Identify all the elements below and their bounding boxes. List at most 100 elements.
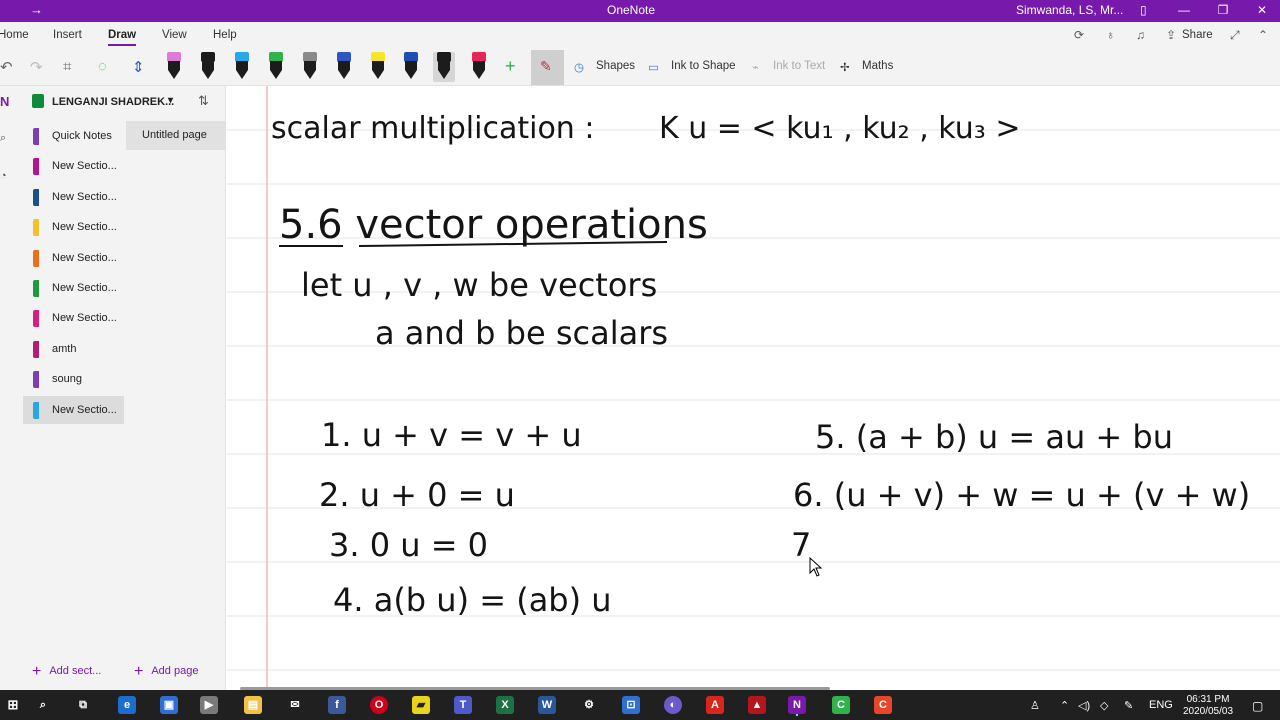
mail-icon[interactable]: ✉ — [286, 696, 304, 714]
pen-body — [473, 61, 485, 70]
shapes-button[interactable]: Shapes — [596, 60, 635, 72]
start-icon[interactable]: ⊞ — [4, 696, 22, 714]
tab-home[interactable]: Home — [0, 29, 29, 41]
pen-icon[interactable]: ✎ — [1124, 699, 1133, 712]
file-explorer-icon[interactable]: ▤ — [244, 696, 262, 714]
section-label: soung — [52, 373, 82, 386]
ink-scalars-line: a and b be scalars — [375, 314, 668, 352]
insert-space-icon[interactable]: ⇕ — [132, 58, 145, 76]
tab-draw[interactable]: Draw — [108, 29, 137, 46]
app-icon[interactable]: ▲ — [748, 696, 766, 714]
ink-rule-3: 3. 0 u = 0 — [329, 526, 488, 564]
section-item[interactable]: New Sectio... — [23, 304, 124, 332]
page-item[interactable]: Untitled page — [126, 121, 226, 150]
sort-icon[interactable]: ⇅ — [198, 93, 209, 109]
pen-2[interactable] — [197, 52, 219, 82]
ruler-button[interactable]: ✎ — [531, 50, 564, 85]
pen-9[interactable] — [433, 52, 455, 82]
store-icon[interactable]: ▣ — [160, 696, 178, 714]
maths-button[interactable]: Maths — [862, 60, 893, 72]
title-bar: → OneNote Simwanda, LS, Mr... ▯ — ❐ ✕ — [0, 0, 1280, 22]
excel-icon[interactable]: X — [496, 696, 514, 714]
section-label: New Sectio... — [52, 282, 117, 294]
section-item[interactable]: soung — [23, 365, 124, 393]
pen-5[interactable] — [299, 52, 321, 82]
chevron-up-icon[interactable]: ⌃ — [1258, 28, 1268, 42]
recorder-icon[interactable]: C — [874, 696, 892, 714]
section-item[interactable]: New Sectio... — [23, 152, 124, 180]
people-icon[interactable]: ♙ — [1030, 699, 1040, 712]
recent-icon[interactable]: ◔ — [0, 170, 7, 182]
dropbox-icon[interactable]: ◇ — [1100, 699, 1108, 712]
notebook-selector[interactable]: LENGANJI SHADREK... ▾ ⇅ — [14, 86, 226, 118]
pen-8[interactable] — [400, 52, 422, 82]
pen-1[interactable] — [163, 52, 185, 82]
tab-insert[interactable]: Insert — [53, 29, 82, 41]
add-pen-icon[interactable]: + — [505, 56, 516, 77]
section-item[interactable]: New Sectio... — [23, 183, 124, 211]
note-canvas[interactable]: scalar multiplication : K u = < ku₁ , ku… — [227, 86, 1280, 690]
language-indicator[interactable]: ENG — [1149, 699, 1173, 711]
pen-3[interactable] — [231, 52, 253, 82]
ink-to-shape-button[interactable]: Ink to Shape — [671, 60, 736, 72]
section-item[interactable]: New Sectio... — [23, 244, 124, 272]
minimize-button[interactable]: — — [1166, 0, 1202, 22]
ink-to-text-button[interactable]: Ink to Text — [773, 60, 825, 72]
pen-body — [338, 61, 350, 70]
lock-icon[interactable]: ⊡ — [622, 696, 640, 714]
acrobat-icon[interactable]: A — [706, 696, 724, 714]
task-view-icon[interactable]: ⧉ — [74, 696, 92, 714]
redo-icon[interactable]: ↷ — [30, 58, 43, 76]
bell-icon[interactable]: ♫ — [1136, 28, 1145, 42]
expand-icon[interactable]: ⤢ — [1230, 28, 1240, 43]
section-color-tab — [33, 340, 39, 358]
tab-help[interactable]: Help — [213, 29, 237, 41]
chevron-up-icon[interactable]: ⌃ — [1060, 699, 1069, 712]
close-button[interactable]: ✕ — [1244, 0, 1280, 22]
pen-body — [270, 61, 282, 70]
account-icon[interactable]: ▯ — [1140, 3, 1147, 17]
onenote-taskbar-icon[interactable]: N — [788, 696, 806, 714]
add-page-button[interactable]: + Add page — [134, 663, 198, 681]
camtasia-icon[interactable]: C — [832, 696, 850, 714]
opera-icon[interactable]: O — [370, 696, 388, 714]
volume-icon[interactable]: ◁) — [1078, 699, 1090, 712]
section-item[interactable]: New Sectio... — [23, 213, 124, 241]
notifications-icon[interactable]: ▢ — [1252, 699, 1263, 713]
search-icon[interactable]: ⌕ — [34, 696, 52, 714]
maximize-button[interactable]: ❐ — [1205, 0, 1241, 22]
edge-icon[interactable]: e — [118, 696, 136, 714]
share-button[interactable]: Share — [1182, 29, 1213, 41]
pen-4[interactable] — [265, 52, 287, 82]
pen-body — [304, 61, 316, 70]
lasso-select-icon[interactable]: ⌗ — [63, 58, 71, 75]
teams-icon[interactable]: T — [454, 696, 472, 714]
section-item[interactable]: New Sectio... — [23, 395, 124, 424]
clock[interactable]: 06:31 PM 2020/05/03 — [1180, 694, 1236, 718]
eraser-icon[interactable]: ◌ — [98, 58, 107, 75]
pen-body — [202, 61, 214, 70]
browser-icon[interactable]: ◐ — [664, 696, 682, 714]
word-icon[interactable]: W — [538, 696, 556, 714]
notes-icon[interactable]: ▰ — [412, 696, 430, 714]
tab-view[interactable]: View — [162, 29, 187, 41]
pen-6[interactable] — [333, 52, 355, 82]
pen-10[interactable] — [468, 52, 490, 82]
sync-icon[interactable]: ⟳ — [1074, 28, 1084, 42]
section-color-tab — [33, 219, 39, 237]
lightbulb-icon[interactable]: ♁ — [1106, 28, 1115, 42]
onenote-window: → OneNote Simwanda, LS, Mr... ▯ — ❐ ✕ Ho… — [0, 0, 1280, 720]
user-name[interactable]: Simwanda, LS, Mr... — [1016, 3, 1123, 17]
media-icon[interactable]: ▶ — [200, 696, 218, 714]
ink-layer[interactable]: scalar multiplication : K u = < ku₁ , ku… — [227, 86, 1280, 690]
section-item[interactable]: Quick Notes — [23, 122, 124, 150]
section-item[interactable]: New Sectio... — [23, 274, 124, 302]
settings-icon[interactable]: ⚙ — [580, 696, 598, 714]
share-icon[interactable]: ⇪ — [1166, 28, 1176, 42]
pen-7[interactable] — [367, 52, 389, 82]
add-section-button[interactable]: + Add sect... — [32, 663, 101, 681]
facebook-icon[interactable]: f — [328, 696, 346, 714]
undo-icon[interactable]: ↶ — [0, 58, 13, 76]
section-item[interactable]: amth — [23, 335, 124, 363]
search-icon[interactable]: ⌕ — [0, 132, 6, 145]
